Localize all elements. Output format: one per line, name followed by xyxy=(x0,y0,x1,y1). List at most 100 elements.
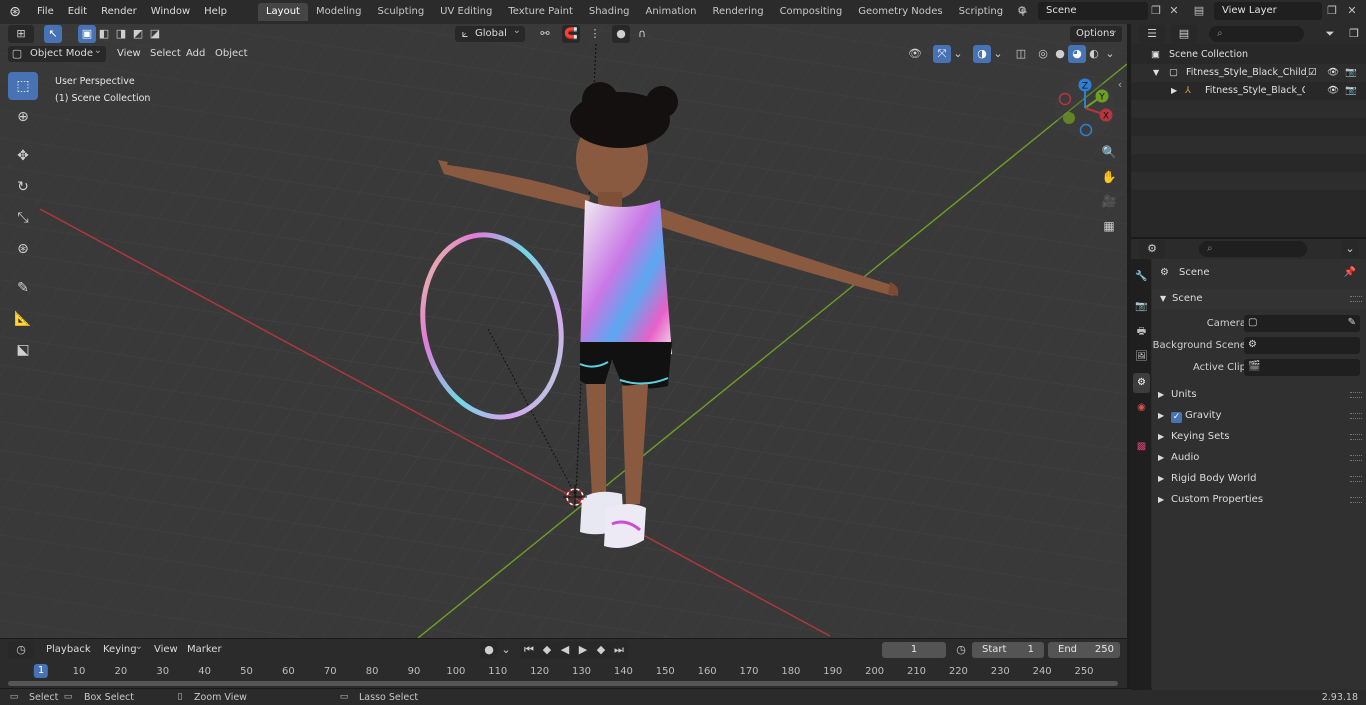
select-box-tool-icon[interactable]: ⬚ xyxy=(8,72,38,100)
jump-keyframe-next-icon[interactable]: ◆ xyxy=(592,641,610,659)
annotate-tool-icon[interactable]: ✎ xyxy=(8,274,38,302)
panel-grip-icon[interactable] xyxy=(1350,476,1362,482)
render-camera-icon[interactable]: 📷 xyxy=(1345,64,1357,82)
scene-panel-header[interactable]: ▼ Scene xyxy=(1152,289,1366,309)
units-panel-header[interactable]: ▶ Units xyxy=(1152,385,1366,405)
menu-view[interactable]: View xyxy=(112,46,146,62)
current-frame-field[interactable]: 1 xyxy=(882,642,946,658)
gizmo-toggle-icon[interactable]: ⤧ xyxy=(933,45,951,63)
proportional-edit-icon[interactable]: ● xyxy=(612,25,630,43)
play-reverse-icon[interactable]: ◀ xyxy=(556,641,574,659)
pan-view-icon[interactable]: ✋ xyxy=(1098,166,1120,188)
menu-object[interactable]: Object xyxy=(210,46,253,62)
world-tab-icon[interactable]: ◉ xyxy=(1133,398,1150,418)
rotate-tool-icon[interactable]: ↻ xyxy=(8,173,38,201)
end-frame-field[interactable]: End 250 xyxy=(1048,642,1120,658)
gizmo-y-label[interactable]: Y xyxy=(1098,93,1105,103)
tab-scripting[interactable]: Scripting xyxy=(951,3,1011,21)
outliner-search-input[interactable]: ⌕ xyxy=(1209,26,1304,42)
view-layer-tab-icon[interactable]: 🖼 xyxy=(1133,347,1150,367)
panel-grip-icon[interactable] xyxy=(1350,455,1362,461)
expand-arrow-icon[interactable]: ▼ xyxy=(1153,64,1159,82)
start-frame-field[interactable]: Start 1 xyxy=(972,642,1044,658)
outliner-panel[interactable]: ☰ ▤ ⌕ ⏷ ❐ ▣ Scene Collection ▼ ▢ Fitness… xyxy=(1131,24,1366,237)
panel-grip-icon[interactable] xyxy=(1350,434,1362,440)
3d-viewport[interactable]: Z Y X ⊞ ↖ ▣ ◧ ◨ ◩ ◪ Global ⟀ ⚯ 🧲 ⋮ ● ∩ O… xyxy=(0,24,1127,638)
outliner-row-armature[interactable]: ▶ ⅄ Fitness_Style_Black_Chik 👁 📷 xyxy=(1131,82,1366,100)
auto-keying-dropdown-icon[interactable]: ⌄ xyxy=(500,641,512,659)
rigid-body-world-panel-header[interactable]: ▶ Rigid Body World xyxy=(1152,469,1366,489)
gravity-checkbox[interactable]: ✓ xyxy=(1171,412,1182,423)
jump-start-icon[interactable]: ⏮ xyxy=(520,641,538,659)
preview-range-icon[interactable]: ◷ xyxy=(952,641,970,659)
visibility-eye-icon[interactable]: 👁 xyxy=(1327,64,1339,82)
properties-editor-type-icon[interactable]: ⚙ xyxy=(1139,240,1165,258)
exclude-checkbox-icon[interactable]: ☑ xyxy=(1308,64,1317,82)
playback-dropdown[interactable]: Playback xyxy=(40,639,96,658)
keying-dropdown[interactable]: Keying xyxy=(97,639,147,658)
proportional-falloff-icon[interactable]: ∩ xyxy=(630,25,654,43)
snap-toggle-icon[interactable]: 🧲 xyxy=(562,25,580,43)
pivot-point-icon[interactable]: ⚯ xyxy=(532,25,558,43)
overlay-dropdown-icon[interactable]: ⌄ xyxy=(992,45,1004,63)
menu-select[interactable]: Select xyxy=(145,46,186,62)
scene-tab-icon[interactable]: ⚙ xyxy=(1133,373,1150,393)
view-layer-field[interactable]: View Layer xyxy=(1214,2,1322,20)
add-cube-tool-icon[interactable]: ⬕ xyxy=(8,336,38,364)
menu-window[interactable]: Window xyxy=(144,0,197,24)
timeline-menu-view[interactable]: View xyxy=(149,642,183,658)
tab-uv-editing[interactable]: UV Editing xyxy=(432,3,500,21)
blender-logo-icon[interactable]: ⊛ xyxy=(0,0,30,24)
tab-compositing[interactable]: Compositing xyxy=(772,3,851,21)
auto-keying-icon[interactable]: ● xyxy=(480,641,498,659)
panel-grip-icon[interactable] xyxy=(1350,296,1362,302)
ortho-toggle-icon[interactable]: ▦ xyxy=(1098,215,1120,237)
view-layer-icon[interactable]: ▤ xyxy=(1191,3,1207,19)
tab-shading[interactable]: Shading xyxy=(581,3,638,21)
panel-grip-icon[interactable] xyxy=(1350,392,1362,398)
tab-animation[interactable]: Animation xyxy=(638,3,705,21)
scene-type-icon[interactable]: ⚙ xyxy=(1014,3,1030,19)
scene-close-icon[interactable]: ✕ xyxy=(1166,3,1182,19)
select-extend-icon[interactable]: ◧ xyxy=(95,25,113,43)
properties-panel[interactable]: ⚙ ⌕ ⌄ 🔧 📷 🖶 🖼 ⚙ ◉ ▩ ⚙ Scene 📌 ▼ Scene Ca… xyxy=(1131,237,1366,690)
scene-copy-icon[interactable]: ❐ xyxy=(1148,3,1164,19)
gravity-panel-header[interactable]: ▶ ✓ Gravity xyxy=(1152,406,1366,426)
view-layer-close-icon[interactable]: ✕ xyxy=(1344,3,1360,19)
audio-panel-header[interactable]: ▶ Audio xyxy=(1152,448,1366,468)
timeline-scrollbar[interactable] xyxy=(8,681,1118,686)
render-tab-icon[interactable]: 📷 xyxy=(1133,297,1150,317)
jump-keyframe-prev-icon[interactable]: ◆ xyxy=(538,641,556,659)
shading-dropdown-icon[interactable]: ⌄ xyxy=(1103,45,1117,63)
properties-options-icon[interactable]: ⌄ xyxy=(1341,240,1359,258)
eyedropper-icon[interactable]: ✎ xyxy=(1348,313,1356,333)
gizmo-x-label[interactable]: X xyxy=(1103,112,1109,122)
tab-rendering[interactable]: Rendering xyxy=(704,3,771,21)
timeline-ruler[interactable]: 1 10 20 30 40 50 60 70 80 90 100 110 120 130 140 150 160… xyxy=(0,662,1127,680)
shading-wireframe-icon[interactable]: ◎ xyxy=(1034,45,1052,63)
active-clip-field[interactable]: 🎬 xyxy=(1244,359,1360,376)
gizmo-z-label[interactable]: Z xyxy=(1082,82,1088,92)
custom-properties-panel-header[interactable]: ▶ Custom Properties xyxy=(1152,490,1366,510)
tool-tab-icon[interactable]: 🔧 xyxy=(1133,267,1150,287)
move-tool-icon[interactable]: ✥ xyxy=(8,142,38,170)
tab-geometry-nodes[interactable]: Geometry Nodes xyxy=(850,3,950,21)
outliner-row-collection[interactable]: ▼ ▢ Fitness_Style_Black_Child_Gir ☑ 👁 📷 xyxy=(1131,64,1366,82)
select-subtract-icon[interactable]: ◨ xyxy=(112,25,130,43)
menu-add[interactable]: Add xyxy=(181,46,210,62)
background-scene-field[interactable]: ⚙ xyxy=(1244,337,1360,354)
menu-file[interactable]: File xyxy=(30,0,61,24)
camera-field[interactable]: ▢ ✎ xyxy=(1244,315,1360,332)
menu-render[interactable]: Render xyxy=(94,0,144,24)
snap-target-icon[interactable]: ⋮ xyxy=(582,25,608,43)
options-dropdown[interactable]: Options xyxy=(1070,24,1122,42)
outliner-new-collection-icon[interactable]: ❐ xyxy=(1345,25,1363,43)
timeline-editor[interactable]: ◷ Playback Keying View Marker ● ⌄ ⏮ ◆ ◀ … xyxy=(0,638,1127,688)
collapse-arrow-icon[interactable]: ▶ xyxy=(1171,82,1177,100)
gizmo-dropdown-icon[interactable]: ⌄ xyxy=(952,45,964,63)
texture-tab-icon[interactable]: ▩ xyxy=(1133,437,1150,457)
pin-icon[interactable]: 📌 xyxy=(1344,263,1356,283)
shading-solid-icon[interactable]: ● xyxy=(1051,45,1069,63)
tab-texture-paint[interactable]: Texture Paint xyxy=(500,3,581,21)
overlay-toggle-icon[interactable]: ◑ xyxy=(973,45,991,63)
